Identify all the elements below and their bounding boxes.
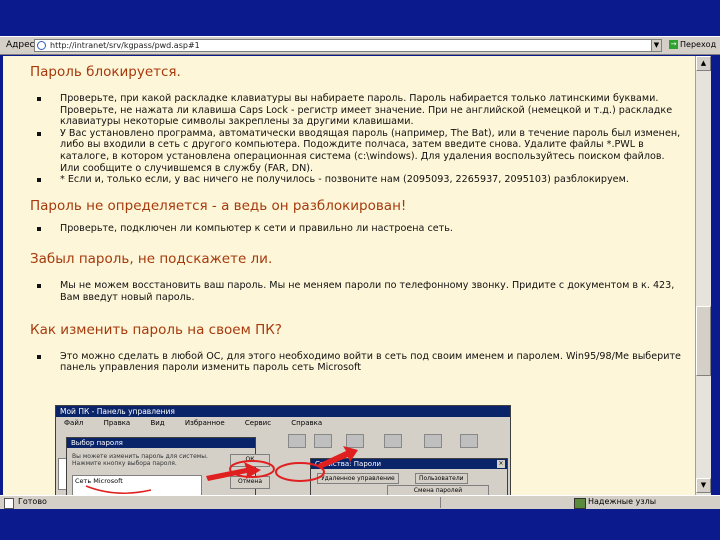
address-label: Адрес	[6, 40, 35, 50]
section-heading: Забыл пароль, не подскажете ли.	[30, 251, 273, 268]
chevron-up-icon: ▲	[700, 59, 707, 67]
annotation-circle	[275, 462, 325, 482]
section-list: Мы не можем восстановить ваш пароль. Мы …	[30, 280, 685, 303]
scroll-down-button[interactable]: ▼	[696, 478, 711, 493]
chevron-down-icon: ▼	[700, 481, 707, 489]
status-zone: Надежные узлы	[588, 497, 657, 506]
address-bar: Адрес http://intranet/srv/kgpass/pwd.asp…	[0, 36, 720, 55]
slide-top-band	[0, 0, 720, 36]
vertical-scrollbar[interactable]: ▲ ▼	[695, 56, 711, 495]
list-item: Проверьте, при какой раскладке клавиатур…	[37, 93, 685, 128]
page-icon	[4, 498, 14, 509]
network-zone-icon	[574, 498, 586, 509]
scroll-up-button[interactable]: ▲	[696, 56, 711, 71]
list-item: Проверьте, подключен ли компьютер к сети…	[37, 223, 685, 235]
page-content: Пароль блокируется. Проверьте, при какой…	[3, 56, 695, 495]
annotation-arrow	[318, 446, 358, 469]
ie-page-icon	[37, 41, 46, 50]
list-item: Мы не можем восстановить ваш пароль. Мы …	[37, 280, 685, 303]
go-button[interactable]: → Переход	[669, 40, 716, 49]
section-heading: Как изменить пароль на своем ПК?	[30, 321, 282, 338]
list-item: У Вас установлено программа, автоматичес…	[37, 128, 685, 174]
address-url: http://intranet/srv/kgpass/pwd.asp#1	[50, 41, 200, 50]
section-list: Это можно сделать в любой ОС, для этого …	[30, 351, 685, 374]
embedded-screenshot: Мой ПК - Панель управления Файл Правка В…	[55, 405, 511, 495]
go-arrow-icon: →	[669, 40, 678, 49]
status-separator	[440, 497, 441, 508]
section-heading: Пароль блокируется.	[30, 64, 181, 80]
status-bar: Готово Надежные узлы	[0, 495, 720, 509]
annotation-curve	[85, 485, 152, 494]
section-heading: Пароль не определяется - а ведь он разбл…	[30, 197, 407, 214]
go-label: Переход	[680, 40, 717, 49]
address-dropdown-button[interactable]: ▼	[651, 39, 662, 52]
annotation-overlay	[85, 446, 358, 494]
section-list: Проверьте, при какой раскладке клавиатур…	[30, 93, 685, 186]
status-ready: Готово	[18, 497, 47, 506]
address-input[interactable]: http://intranet/srv/kgpass/pwd.asp#1	[34, 39, 662, 52]
list-item: Это можно сделать в любой ОС, для этого …	[37, 351, 685, 374]
slide-bottom-band	[0, 509, 720, 540]
list-item: * Если и, только если, у вас ничего не п…	[37, 174, 685, 186]
chevron-down-icon: ▼	[653, 41, 660, 49]
section-list: Проверьте, подключен ли компьютер к сети…	[30, 223, 685, 235]
scroll-thumb[interactable]	[696, 306, 711, 376]
